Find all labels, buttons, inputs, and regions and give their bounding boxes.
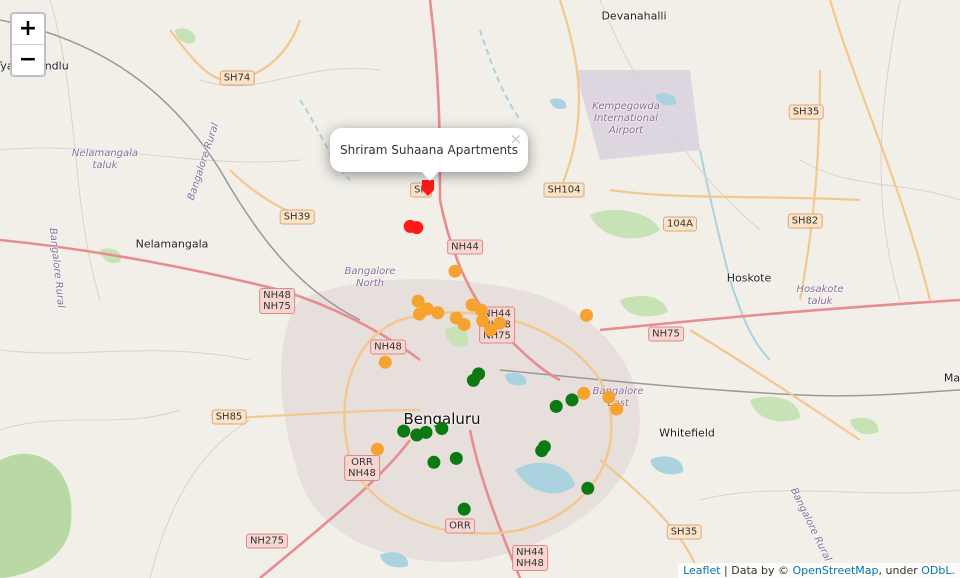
orange-circle-marker[interactable]	[602, 390, 616, 404]
red-circle-marker[interactable]	[410, 221, 424, 235]
odbl-link[interactable]: ODbL.	[921, 564, 955, 577]
orange-circle-marker[interactable]	[580, 308, 593, 322]
leaflet-link[interactable]: Leaflet	[683, 564, 720, 577]
green-circle-marker[interactable]	[581, 481, 595, 495]
zoom-out-button[interactable]: −	[12, 44, 44, 75]
green-circle-marker[interactable]	[397, 424, 411, 438]
attribution: Leaflet | Data by © OpenStreetMap, under…	[678, 563, 960, 578]
map[interactable]: DevanahalliTyamagondluNelamangalaHoskote…	[0, 0, 960, 578]
marker-layer	[370, 180, 624, 516]
orange-circle-marker[interactable]	[413, 307, 426, 321]
orange-circle-marker[interactable]	[448, 264, 462, 278]
popup-tip	[422, 172, 438, 181]
orange-circle-marker[interactable]	[370, 442, 384, 456]
marker-popup: Shriram Suhaana Apartments ×	[330, 128, 528, 181]
popup-close-button[interactable]: ×	[509, 130, 522, 148]
attribution-sep: | Data by ©	[720, 564, 793, 577]
osm-link[interactable]: OpenStreetMap	[793, 564, 879, 577]
orange-circle-marker[interactable]	[484, 323, 497, 337]
green-circle-marker[interactable]	[427, 455, 441, 469]
green-circle-marker[interactable]	[435, 422, 449, 435]
zoom-in-button[interactable]: +	[12, 14, 44, 44]
green-circle-marker[interactable]	[466, 373, 480, 387]
orange-circle-marker[interactable]	[610, 402, 624, 416]
orange-circle-marker[interactable]	[378, 355, 392, 369]
orange-circle-marker[interactable]	[431, 306, 445, 320]
green-circle-marker[interactable]	[419, 425, 433, 439]
green-circle-marker[interactable]	[565, 393, 579, 407]
green-circle-marker[interactable]	[549, 399, 563, 413]
green-circle-marker[interactable]	[457, 502, 471, 516]
zoom-control: + −	[10, 12, 46, 77]
green-circle-marker[interactable]	[535, 444, 549, 458]
green-circle-marker[interactable]	[449, 451, 463, 465]
attribution-tail: , under	[878, 564, 922, 577]
orange-circle-marker[interactable]	[577, 386, 591, 400]
location-pin-marker[interactable]	[422, 180, 434, 196]
popup-text: Shriram Suhaana Apartments	[339, 143, 519, 157]
orange-circle-marker[interactable]	[457, 318, 471, 331]
